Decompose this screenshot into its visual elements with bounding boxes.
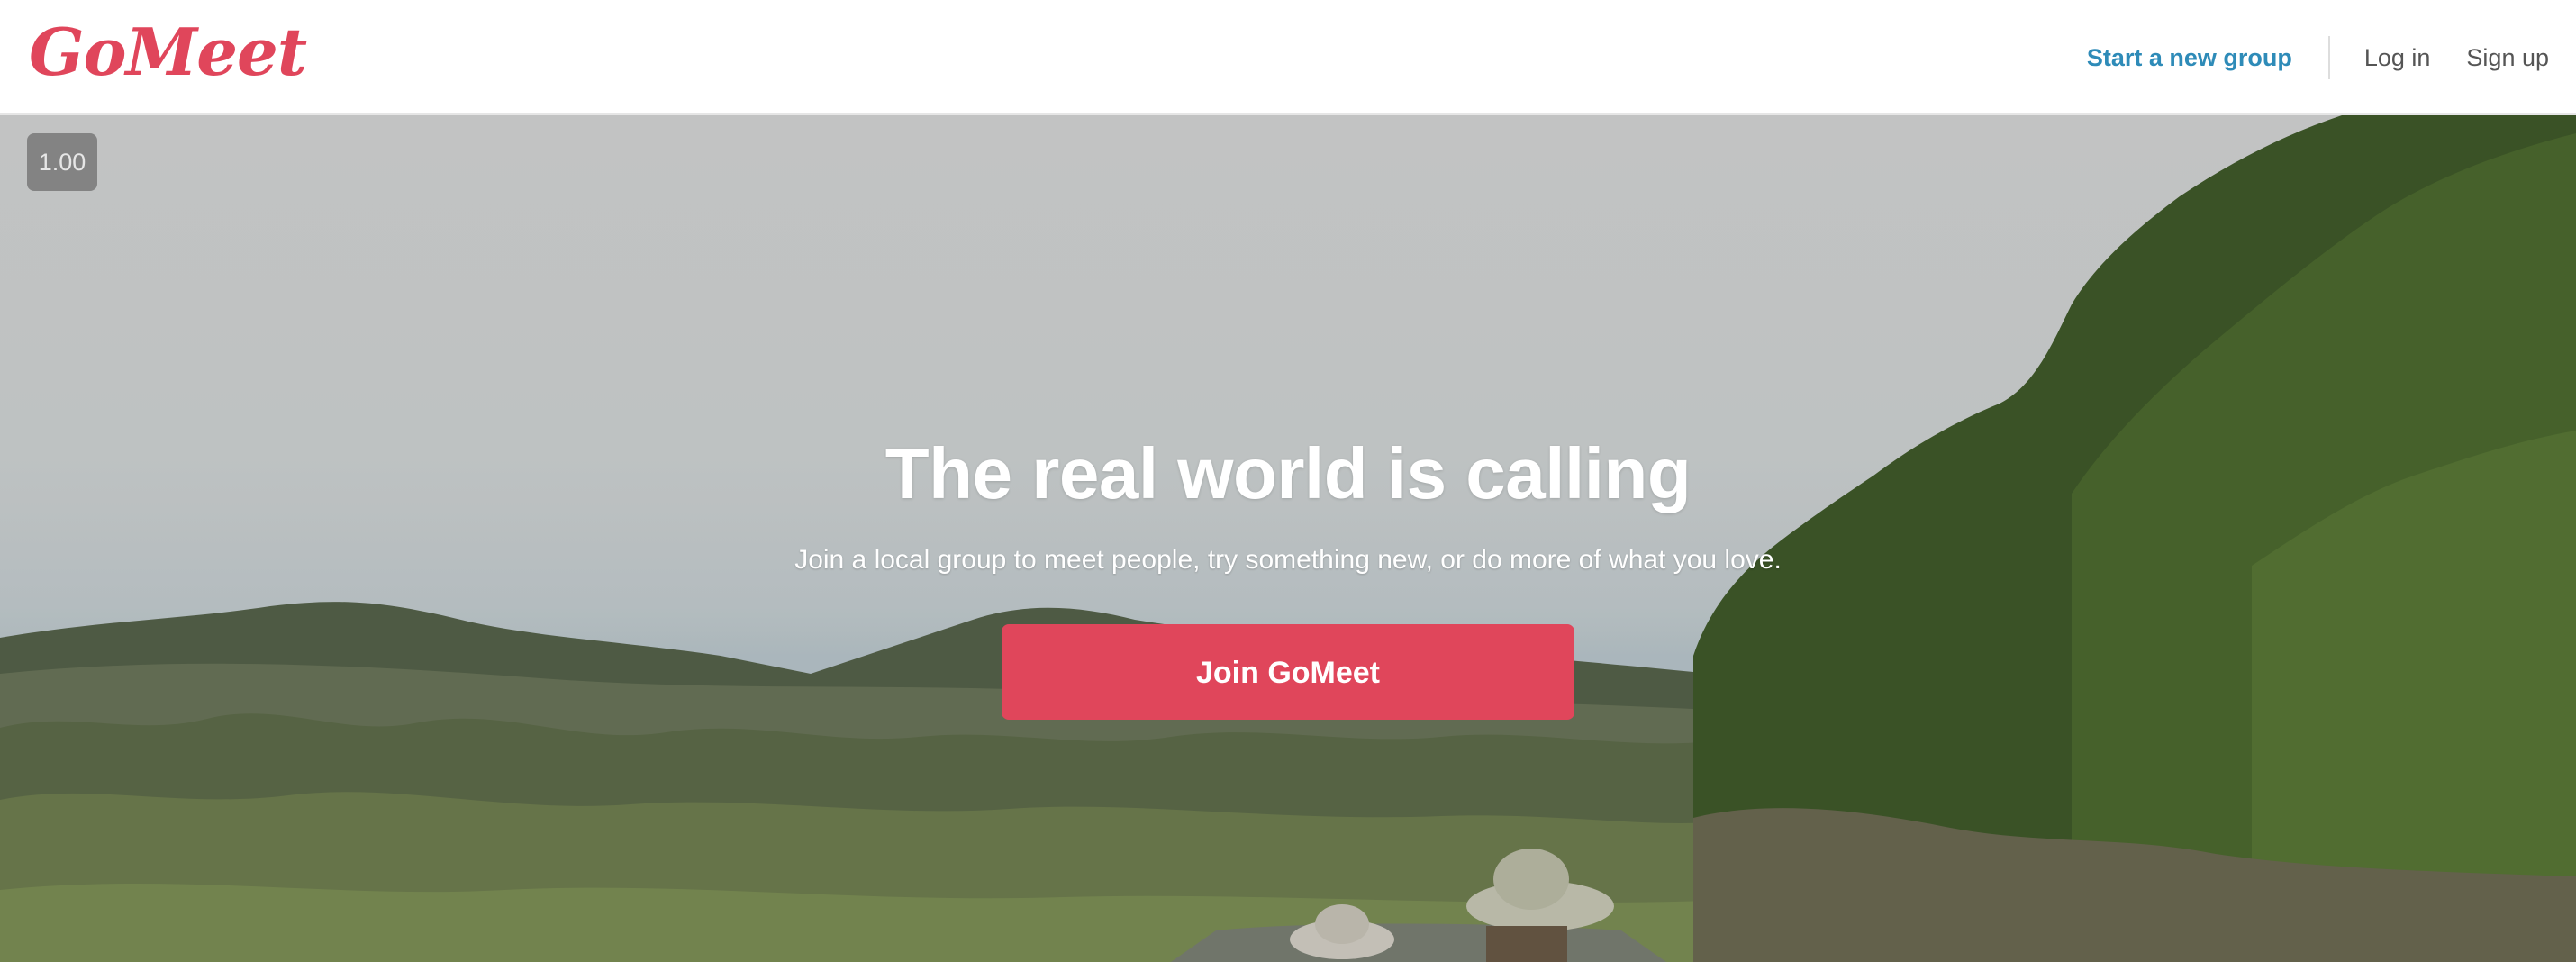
join-gomeet-button[interactable]: Join GoMeet — [1002, 624, 1574, 720]
header-nav: Start a new group Log in Sign up — [2087, 0, 2549, 115]
gomeet-logo[interactable]: GoMeet — [29, 20, 307, 85]
hero-title: The real world is calling — [884, 433, 1692, 513]
login-link[interactable]: Log in — [2364, 44, 2431, 72]
hero-section: 1.00 The real world is calling Join a lo… — [0, 115, 2576, 962]
hero-subtitle: Join a local group to meet people, try s… — [794, 545, 1782, 575]
landing-page: GoMeet Start a new group Log in Sign up — [0, 0, 2576, 962]
hero-content: The real world is calling Join a local g… — [0, 431, 2576, 720]
playback-speed-badge: 1.00 — [27, 133, 97, 191]
signup-link[interactable]: Sign up — [2466, 44, 2549, 72]
nav-divider — [2327, 36, 2330, 79]
top-navbar: GoMeet Start a new group Log in Sign up — [0, 0, 2576, 115]
start-new-group-link[interactable]: Start a new group — [2087, 44, 2292, 72]
